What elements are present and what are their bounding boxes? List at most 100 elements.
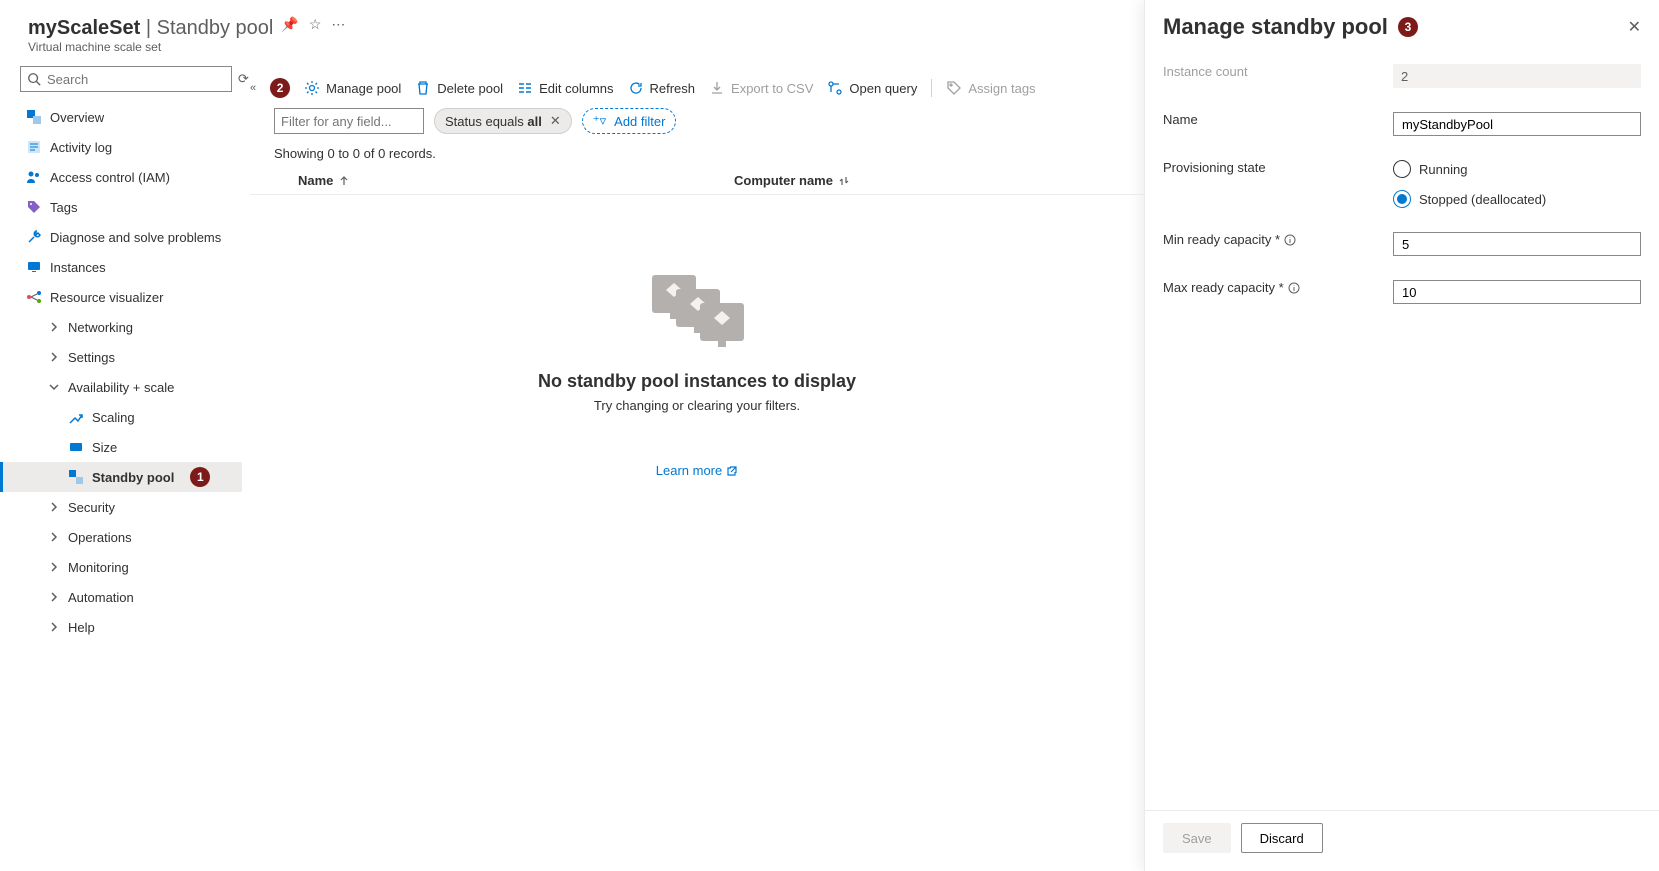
external-link-icon — [726, 465, 738, 477]
callout-badge-1: 1 — [190, 467, 210, 487]
filter-bar: Status equals all ✕ ⁺▿ Add filter — [250, 108, 1144, 134]
empty-subtitle: Try changing or clearing your filters. — [250, 398, 1144, 413]
label-provisioning-state: Provisioning state — [1163, 160, 1393, 175]
label-name: Name — [1163, 112, 1393, 127]
manage-pool-panel: Manage standby pool 3 ✕ Instance count N… — [1144, 0, 1659, 871]
chevron-right-icon — [48, 621, 60, 633]
cmd-refresh[interactable]: Refresh — [628, 80, 696, 96]
collapse-nav-icon[interactable]: « — [250, 82, 256, 94]
nav-group-availability-scale[interactable]: Availability + scale — [20, 372, 242, 402]
sort-asc-icon — [337, 174, 351, 188]
people-icon — [26, 169, 42, 185]
chevron-right-icon — [48, 591, 60, 603]
nav-scaling[interactable]: Scaling — [20, 402, 242, 432]
cmd-open-query[interactable]: Open query — [827, 80, 917, 96]
tag-outline-icon — [946, 80, 962, 96]
nav-size[interactable]: Size — [20, 432, 242, 462]
add-filter-icon: ⁺▿ — [593, 113, 606, 129]
main-content: « 2 Manage pool Delete pool Edit columns… — [250, 0, 1144, 871]
label-max-ready-capacity: Max ready capacity * — [1163, 280, 1393, 295]
callout-badge-3: 3 — [1398, 17, 1418, 37]
column-header-name[interactable]: Name — [274, 173, 734, 188]
cmd-delete-pool[interactable]: Delete pool — [415, 80, 503, 96]
nav-group-monitoring[interactable]: Monitoring — [20, 552, 242, 582]
search-icon — [27, 72, 41, 86]
pool-icon — [68, 469, 84, 485]
callout-badge-2: 2 — [270, 78, 290, 98]
radio-checked-icon — [1393, 190, 1411, 208]
clear-status-filter-icon[interactable]: ✕ — [550, 113, 561, 129]
learn-more-link[interactable]: Learn more — [656, 463, 738, 478]
info-icon[interactable] — [1288, 282, 1300, 294]
nav-instances[interactable]: Instances — [20, 252, 242, 282]
field-filter-input[interactable] — [274, 108, 424, 134]
cmd-edit-columns[interactable]: Edit columns — [517, 80, 613, 96]
nav-group-settings[interactable]: Settings — [20, 342, 242, 372]
chevron-right-icon — [48, 501, 60, 513]
nav-diagnose[interactable]: Diagnose and solve problems — [20, 222, 242, 252]
vmss-small-icon — [26, 109, 42, 125]
chevron-right-icon — [48, 351, 60, 363]
label-instance-count: Instance count — [1163, 64, 1393, 79]
chevron-right-icon — [48, 561, 60, 573]
scaling-icon — [68, 409, 84, 425]
cmd-manage-pool[interactable]: Manage pool — [304, 80, 401, 96]
field-instance-count — [1393, 64, 1641, 88]
cmd-assign-tags: Assign tags — [946, 80, 1035, 96]
status-filter-pill[interactable]: Status equals all ✕ — [434, 108, 572, 134]
column-header-computer-name[interactable]: Computer name — [734, 173, 851, 188]
chevron-down-icon — [48, 381, 60, 393]
nav-iam[interactable]: Access control (IAM) — [20, 162, 242, 192]
page-title: myScaleSet | Standby pool — [28, 16, 273, 40]
label-min-ready-capacity: Min ready capacity * — [1163, 232, 1393, 247]
sidebar-search[interactable] — [20, 66, 232, 92]
radio-running[interactable]: Running — [1393, 160, 1641, 178]
close-panel-icon[interactable]: ✕ — [1628, 17, 1641, 37]
info-icon[interactable] — [1284, 234, 1296, 246]
graph-icon — [26, 289, 42, 305]
radio-stopped-deallocated[interactable]: Stopped (deallocated) — [1393, 190, 1641, 208]
expand-icon[interactable]: ⟳ — [238, 71, 249, 87]
nav-group-automation[interactable]: Automation — [20, 582, 242, 612]
gear-icon — [304, 80, 320, 96]
empty-instances-icon — [652, 275, 742, 355]
empty-title: No standby pool instances to display — [250, 371, 1144, 392]
nav-resource-visualizer[interactable]: Resource visualizer — [20, 282, 242, 312]
log-icon — [26, 139, 42, 155]
field-name[interactable] — [1393, 112, 1641, 136]
radio-unchecked-icon — [1393, 160, 1411, 178]
nav-group-operations[interactable]: Operations — [20, 522, 242, 552]
refresh-icon — [628, 80, 644, 96]
vm-icon — [26, 259, 42, 275]
command-bar: « 2 Manage pool Delete pool Edit columns… — [250, 78, 1144, 108]
sort-both-icon — [837, 174, 851, 188]
sidebar: myScaleSet | Standby pool Virtual machin… — [0, 0, 250, 871]
query-icon — [827, 80, 843, 96]
toolbar-separator — [931, 79, 932, 97]
panel-title: Manage standby pool — [1163, 14, 1388, 40]
cmd-export-csv: Export to CSV — [709, 80, 813, 96]
blade-header: myScaleSet | Standby pool Virtual machin… — [20, 16, 242, 54]
nav-overview[interactable]: Overview — [20, 102, 242, 132]
chevron-right-icon — [48, 531, 60, 543]
save-button: Save — [1163, 823, 1231, 853]
wrench-icon — [26, 229, 42, 245]
nav-standby-pool[interactable]: Standby pool 1 — [0, 462, 242, 492]
download-icon — [709, 80, 725, 96]
records-summary: Showing 0 to 0 of 0 records. — [250, 134, 1144, 167]
nav-group-networking[interactable]: Networking — [20, 312, 242, 342]
search-input[interactable] — [45, 71, 225, 88]
page-subtitle: Virtual machine scale set — [28, 40, 273, 54]
nav-activity-log[interactable]: Activity log — [20, 132, 242, 162]
size-icon — [68, 439, 84, 455]
nav-group-security[interactable]: Security — [20, 492, 242, 522]
field-max-ready-capacity[interactable] — [1393, 280, 1641, 304]
columns-icon — [517, 80, 533, 96]
add-filter-button[interactable]: ⁺▿ Add filter — [582, 108, 677, 134]
nav-tags[interactable]: Tags — [20, 192, 242, 222]
tag-icon — [26, 199, 42, 215]
field-min-ready-capacity[interactable] — [1393, 232, 1641, 256]
nav-group-help[interactable]: Help — [20, 612, 242, 642]
table-header: Name Computer name — [250, 167, 1144, 195]
discard-button[interactable]: Discard — [1241, 823, 1323, 853]
